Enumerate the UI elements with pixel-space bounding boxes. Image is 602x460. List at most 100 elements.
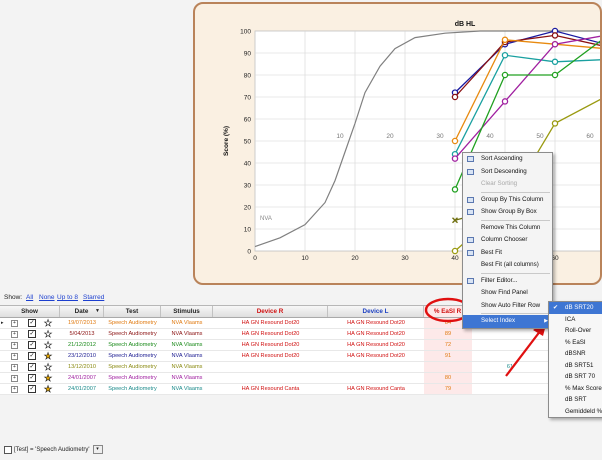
star-icon[interactable]: ★ xyxy=(44,384,53,395)
menu-item-column-chooser[interactable]: Column Chooser xyxy=(463,234,552,247)
data-point xyxy=(551,40,559,48)
stimulus-cell: NVA Vlaams xyxy=(171,331,203,337)
value-cell-3 xyxy=(472,340,548,350)
data-point xyxy=(551,71,559,79)
device-r-cell: HA GN Resound Dot20 xyxy=(241,320,300,326)
stimulus-cell: NVA Vlaams xyxy=(171,375,203,381)
show-checkbox[interactable]: ✓ xyxy=(28,330,36,338)
submenu-item-roll-over[interactable]: Roll-Over xyxy=(549,325,602,337)
star-icon[interactable]: ★ xyxy=(44,329,53,340)
submenu-item-db-srt[interactable]: dB SRT xyxy=(549,394,602,406)
y-tick-label: 70 xyxy=(244,95,252,102)
menu-item-filter-editor[interactable]: Filter Editor... xyxy=(463,275,552,288)
expand-icon[interactable]: + xyxy=(11,342,18,349)
value-cell-3 xyxy=(472,384,548,394)
device-r-cell: HA GN Resound Dot20 xyxy=(241,331,300,337)
menu-item-label: Show Find Panel xyxy=(481,289,528,296)
column-header-device-r[interactable]: Device R xyxy=(213,306,328,317)
test-cell: Speech Audiometry xyxy=(108,353,157,359)
show-checkbox[interactable]: ✓ xyxy=(28,352,36,360)
data-point xyxy=(451,247,459,255)
column-header-date-label: Date xyxy=(74,308,89,315)
table-row[interactable]: + ✓ ★ 24/01/2007 Speech Audiometry NVA Vlaams… xyxy=(0,373,548,384)
filter-dropdown-icon[interactable]: ▾ xyxy=(92,445,103,454)
expand-icon[interactable]: + xyxy=(11,320,18,327)
expand-icon[interactable]: + xyxy=(11,331,18,338)
show-label: Show: xyxy=(4,294,23,301)
column-header-date[interactable]: Date ▼ xyxy=(60,306,104,317)
submenu-item--max-score[interactable]: % Max Score xyxy=(549,383,602,395)
data-point xyxy=(451,93,459,101)
filter-enable-checkbox[interactable] xyxy=(4,445,12,454)
expand-icon[interactable]: + xyxy=(11,353,18,360)
menu-item-label: Best Fit xyxy=(481,248,502,256)
menu-item-label: Best Fit (all columns) xyxy=(481,261,539,268)
data-point xyxy=(501,71,509,79)
submenu-item-gemiddeld-[interactable]: Gemiddeld % xyxy=(549,406,602,418)
table-row[interactable]: + ✓ ★ 24/01/2007 Speech Audiometry NVA Vlaams… xyxy=(0,384,548,395)
table-row[interactable]: + ✓ ★ 13/12/2010 Speech Audiometry NVA Vlaams… xyxy=(0,362,548,373)
show-checkbox[interactable]: ✓ xyxy=(28,385,36,393)
submenu-item--easi[interactable]: % EaSI xyxy=(549,337,602,349)
y-tick-label: 10 xyxy=(244,227,252,234)
date-cell: 23/12/2010 xyxy=(68,353,96,359)
expand-icon[interactable]: + xyxy=(11,364,18,371)
menu-item-sort-ascending[interactable]: Sort Ascending xyxy=(463,153,552,166)
table-row[interactable]: + ✓ ★ 23/12/2010 Speech Audiometry NVA Vlaams… xyxy=(0,351,548,362)
table-row[interactable]: + ✓ ★ 5/04/2013 Speech Audiometry NVA Vlaams H… xyxy=(0,329,548,340)
star-icon[interactable]: ★ xyxy=(44,351,53,362)
submenu-item-label: Gemiddeld % xyxy=(565,407,602,415)
submenu-item-db-srt-70[interactable]: dB SRT 70 xyxy=(549,371,602,383)
test-cell: Speech Audiometry xyxy=(108,331,157,337)
star-icon[interactable]: ★ xyxy=(44,340,53,351)
x-top-tick-label: 10 xyxy=(336,133,344,140)
sort-desc-icon: ▼ xyxy=(95,308,100,314)
menu-item-group-by-this-column[interactable]: Group By This Column xyxy=(463,194,552,207)
menu-item-sort-descending[interactable]: Sort Descending xyxy=(463,166,552,179)
column-header-device-l[interactable]: Device L xyxy=(328,306,424,317)
star-icon[interactable]: ★ xyxy=(44,318,53,329)
show-none-link[interactable]: None xyxy=(39,294,55,301)
expand-icon[interactable]: + xyxy=(11,386,18,393)
expand-icon[interactable]: + xyxy=(11,375,18,382)
easi-r-cell xyxy=(424,362,472,372)
submenu-item-db-srt51[interactable]: dB SRT51 xyxy=(549,360,602,372)
column-header-stimulus[interactable]: Stimulus xyxy=(161,306,213,317)
easi-r-cell: 91 xyxy=(424,351,472,361)
show-starred-link[interactable]: Starred xyxy=(83,294,104,301)
y-tick-label: 30 xyxy=(244,183,252,190)
menu-item-best-fit-all-columns[interactable]: Best Fit (all columns) xyxy=(463,259,552,272)
test-cell: Speech Audiometry xyxy=(108,342,157,348)
submenu-item-db-srt20[interactable]: ✔ dB SRT20 xyxy=(549,302,602,314)
sort-ascending-icon xyxy=(467,156,474,162)
menu-item-show-auto-filter-row[interactable]: Show Auto Filter Row xyxy=(463,300,552,313)
show-checkbox[interactable]: ✓ xyxy=(28,363,36,371)
show-up-to-8-link[interactable]: Up to 8 xyxy=(57,294,78,301)
menu-item-show-find-panel[interactable]: Show Find Panel xyxy=(463,287,552,300)
submenu-item-label: dB SRT 70 xyxy=(565,373,596,380)
column-header-test[interactable]: Test xyxy=(104,306,161,317)
menu-item-select-index[interactable]: Select Index ▶ xyxy=(463,315,552,328)
menu-item-clear-sorting: Clear Sorting xyxy=(463,178,552,191)
menu-item-show-group-by-box[interactable]: Show Group By Box xyxy=(463,206,552,219)
show-checkbox[interactable]: ✓ xyxy=(28,319,36,327)
column-chooser-icon xyxy=(467,237,474,243)
chart-title: dB HL xyxy=(455,21,476,28)
star-icon[interactable]: ★ xyxy=(44,373,53,384)
table-row[interactable]: + ✓ ★ 21/12/2012 Speech Audiometry NVA Vlaams… xyxy=(0,340,548,351)
menu-item-best-fit[interactable]: Best Fit xyxy=(463,247,552,260)
menu-item-label: Filter Editor... xyxy=(481,276,518,284)
device-r-cell xyxy=(213,373,328,383)
menu-item-label: Sort Descending xyxy=(481,167,527,175)
show-checkbox[interactable]: ✓ xyxy=(28,341,36,349)
submenu-item-dbsnr[interactable]: dBSNR xyxy=(549,348,602,360)
star-icon[interactable]: ★ xyxy=(44,362,53,373)
column-header-show[interactable]: Show xyxy=(0,306,60,317)
show-all-link[interactable]: All xyxy=(26,294,33,301)
submenu-item-ica[interactable]: ICA xyxy=(549,314,602,326)
easi-r-cell: 79 xyxy=(424,384,472,394)
menu-item-remove-this-column[interactable]: Remove This Column xyxy=(463,222,552,235)
show-checkbox[interactable]: ✓ xyxy=(28,374,36,382)
sort-descending-icon xyxy=(467,168,474,175)
data-point xyxy=(551,120,559,127)
